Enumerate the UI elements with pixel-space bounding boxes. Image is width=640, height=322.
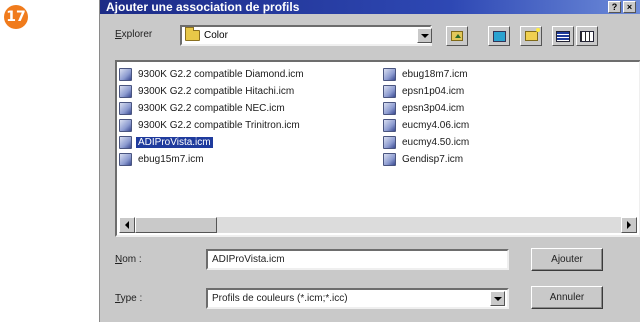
help-icon[interactable]: ? <box>608 1 621 13</box>
file-item[interactable]: ebug15m7.icm <box>119 151 206 168</box>
titlebar-buttons: ? × <box>608 1 636 13</box>
details-view-icon <box>580 30 594 42</box>
file-list[interactable]: 9300K G2.2 compatible Diamond.icm 9300K … <box>115 60 640 237</box>
folder-select[interactable]: Color <box>180 25 432 46</box>
folder-dropdown-chevron-down-icon[interactable] <box>417 28 432 43</box>
scroll-left-icon[interactable] <box>119 217 135 233</box>
file-name-input[interactable]: ADIProVista.icm <box>206 249 509 270</box>
color-profile-icon <box>119 136 132 149</box>
add-button[interactable]: Ajouter <box>531 248 603 271</box>
scroll-right-icon[interactable] <box>621 217 637 233</box>
dialog-titlebar[interactable]: Ajouter une association de profils ? × <box>100 0 640 14</box>
close-icon[interactable]: × <box>623 1 636 13</box>
file-type-label: Type : <box>115 293 143 304</box>
file-item[interactable]: eucmy4.50.icm <box>383 134 471 151</box>
list-view-button[interactable] <box>552 26 574 46</box>
file-item[interactable]: 9300K G2.2 compatible NEC.icm <box>119 100 287 117</box>
horizontal-scrollbar[interactable] <box>119 217 637 233</box>
color-profile-icon <box>383 136 396 149</box>
color-profile-icon <box>383 68 396 81</box>
file-type-value: Profils de couleurs (*.icm;*.icc) <box>212 293 348 304</box>
file-item[interactable]: ebug18m7.icm <box>383 66 470 83</box>
monitor-profile-icon <box>119 68 132 81</box>
color-profile-icon <box>383 119 396 132</box>
desktop-icon <box>492 30 506 42</box>
look-in-label: Explorer <box>115 29 153 40</box>
file-item-selected[interactable]: ADIProVista.icm <box>119 134 213 151</box>
monitor-profile-icon <box>119 102 132 115</box>
folder-icon <box>185 27 200 41</box>
up-folder-icon <box>451 31 463 41</box>
up-folder-button[interactable] <box>446 26 468 46</box>
new-folder-button[interactable] <box>520 26 542 46</box>
dialog-title: Ajouter une association de profils <box>106 0 300 14</box>
details-view-button[interactable] <box>576 26 598 46</box>
desktop-button[interactable] <box>488 26 510 46</box>
color-profile-icon <box>383 85 396 98</box>
file-item[interactable]: 9300K G2.2 compatible Hitachi.icm <box>119 83 296 100</box>
file-item[interactable]: epsn3p04.icm <box>383 100 466 117</box>
color-profile-icon <box>119 153 132 166</box>
step-number-badge: 17 <box>4 5 28 29</box>
color-profile-icon <box>383 102 396 115</box>
file-item[interactable]: 9300K G2.2 compatible Diamond.icm <box>119 66 306 83</box>
file-item[interactable]: Gendisp7.icm <box>383 151 465 168</box>
color-profile-icon <box>383 153 396 166</box>
cancel-button[interactable]: Annuler <box>531 286 603 309</box>
open-file-dialog: Ajouter une association de profils ? × E… <box>99 0 640 322</box>
list-view-icon <box>556 30 570 42</box>
new-folder-icon <box>524 28 540 41</box>
monitor-profile-icon <box>119 119 132 132</box>
file-item[interactable]: epsn1p04.icm <box>383 83 466 100</box>
folder-select-value: Color <box>204 30 228 41</box>
file-item[interactable]: eucmy4.06.icm <box>383 117 471 134</box>
file-type-chevron-down-icon[interactable] <box>490 291 505 306</box>
file-name-label: Nom : <box>115 254 142 265</box>
monitor-profile-icon <box>119 85 132 98</box>
file-item[interactable]: 9300K G2.2 compatible Trinitron.icm <box>119 117 302 134</box>
scrollbar-thumb[interactable] <box>135 217 217 233</box>
file-type-select[interactable]: Profils de couleurs (*.icm;*.icc) <box>206 288 509 309</box>
page: 17 Ajouter une association de profils ? … <box>0 0 640 322</box>
